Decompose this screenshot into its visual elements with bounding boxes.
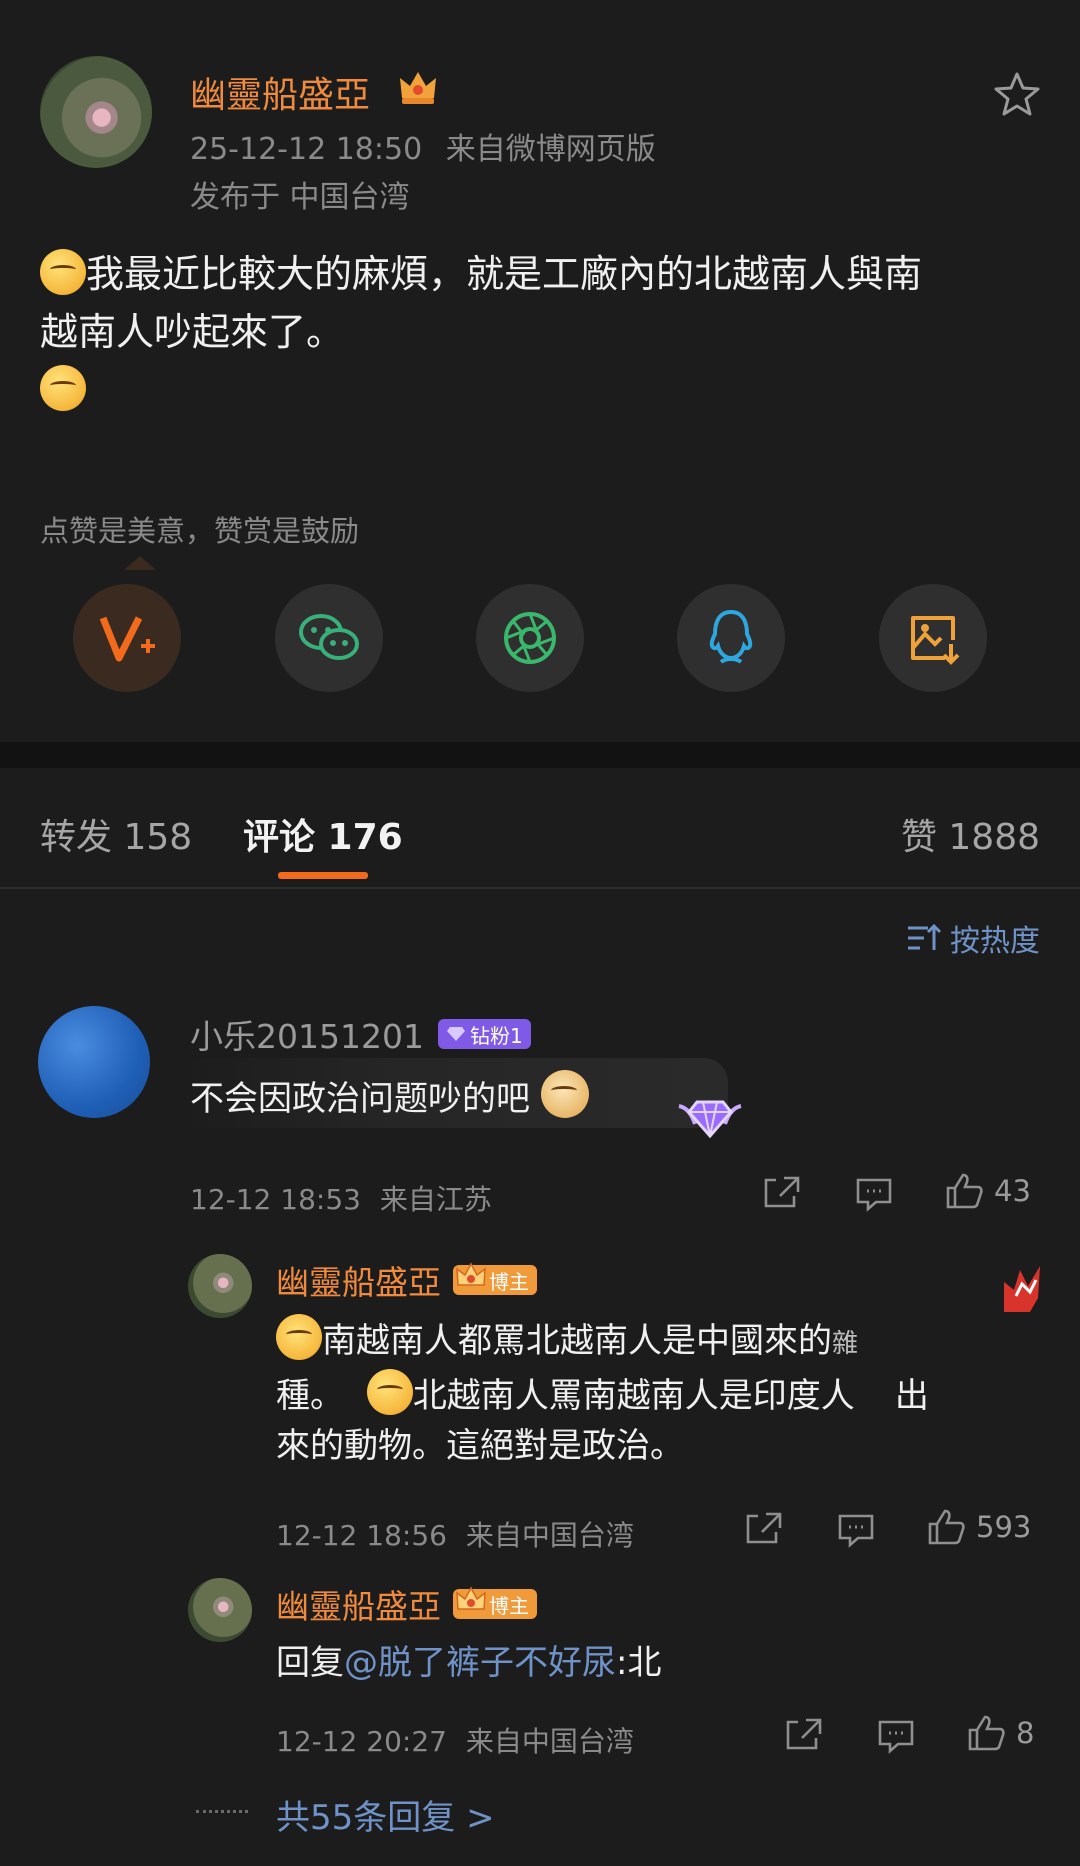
reply-time: 12-12 20:27 <box>276 1725 447 1758</box>
reply-share-button[interactable] <box>744 1510 784 1550</box>
crown-icon <box>456 1262 486 1286</box>
reply-location: 来自中国台湾 <box>465 1725 634 1758</box>
reply-header: 幽靈船盛亞 博主 <box>276 1256 537 1304</box>
reply-share-button[interactable] <box>784 1716 824 1756</box>
reply-like-button[interactable]: 8 <box>966 1714 1034 1752</box>
diamond-decoration-icon <box>675 1088 745 1144</box>
sort-icon <box>908 923 942 950</box>
comment-share-button[interactable] <box>762 1174 802 1214</box>
post-body: 我最近比較大的麻煩，就是工廠內的北越南人與南 越南人吵起來了。 <box>40 245 1050 419</box>
diamond-icon <box>446 1027 465 1041</box>
reply-author-name[interactable]: 幽靈船盛亞 <box>276 1256 441 1304</box>
share-icon <box>764 1176 800 1208</box>
sort-label: 按热度 <box>950 924 1040 959</box>
reply-prefix: 回复 <box>276 1643 344 1683</box>
crown-icon <box>456 1586 486 1610</box>
reply-line2b: 北越南人罵南越南人是印度人 <box>412 1376 855 1416</box>
post-timestamp: 25-12-12 18:50 <box>190 132 423 167</box>
reply-line3: 來的動物。這絕對是政治。 <box>276 1426 684 1466</box>
qq-button[interactable] <box>677 584 785 692</box>
comment-time: 12-12 18:53 <box>190 1183 361 1216</box>
active-tab-indicator <box>278 872 368 879</box>
tab-comments[interactable]: 评论 176 <box>243 808 403 860</box>
post-text-line2: 越南人吵起來了。 <box>40 310 345 354</box>
tab-likes[interactable]: 赞 1888 <box>901 808 1040 860</box>
section-divider <box>0 742 1080 768</box>
post-text-line1: 我最近比較大的麻煩，就是工廠內的北越南人與南 <box>86 252 923 296</box>
comment-like-count: 43 <box>994 1174 1031 1208</box>
wechat-icon <box>299 614 359 660</box>
reply-body: 南越南人都罵北越南人是中國來的雜 種。 北越南人罵南越南人是印度人出 來的動物。… <box>276 1314 1036 1471</box>
comment-reply-button[interactable] <box>854 1176 894 1216</box>
comment-icon <box>856 1178 892 1212</box>
thinking-emoji-icon <box>40 365 86 411</box>
fan-badge: 钻粉1 <box>437 1019 531 1049</box>
reward-note: 点赞是美意，赞赏是鼓励 <box>40 514 360 548</box>
reply-comment-button[interactable] <box>876 1718 916 1758</box>
moments-icon <box>504 612 556 664</box>
post-source: 来自微博网页版 <box>445 132 656 167</box>
post-location: 发布于 中国台湾 <box>190 180 410 215</box>
reply-location: 来自中国台湾 <box>465 1519 634 1552</box>
qq-icon <box>709 609 753 664</box>
share-icon <box>786 1718 822 1750</box>
comment-icon <box>838 1514 874 1548</box>
more-replies-dots <box>196 1810 248 1813</box>
crying-emoji-icon <box>366 1369 413 1415</box>
commenter-avatar[interactable] <box>38 1006 150 1118</box>
crown-badge-icon <box>398 68 438 110</box>
commenter-name[interactable]: 小乐20151201 <box>190 1010 424 1058</box>
thumbs-up-icon <box>968 1715 1005 1751</box>
more-replies-link[interactable]: 共55条回复 > <box>276 1790 495 1839</box>
wechat-button[interactable] <box>275 584 383 692</box>
reply-line1: 南越南人都罵北越南人是中國來的 <box>322 1321 832 1361</box>
comment-like-button[interactable]: 43 <box>944 1172 1031 1210</box>
author-name[interactable]: 幽靈船盛亞 <box>190 66 370 118</box>
v-plus-icon <box>99 616 155 662</box>
reply-comment-button[interactable] <box>836 1512 876 1552</box>
save-image-button[interactable] <box>879 584 987 692</box>
reply-like-button[interactable]: 593 <box>926 1508 1031 1546</box>
reply-time: 12-12 18:56 <box>276 1519 447 1552</box>
host-badge: 博主 <box>453 1586 537 1619</box>
share-icon <box>746 1512 782 1544</box>
tabs-divider <box>0 887 1080 889</box>
sort-toggle[interactable]: 按热度 <box>906 916 1040 960</box>
author-avatar[interactable] <box>40 56 152 168</box>
crying-emoji-icon <box>276 1314 322 1360</box>
tab-repost[interactable]: 转发 158 <box>40 808 192 860</box>
thumbs-up-icon <box>928 1509 965 1545</box>
reply-line2-tail: 出 <box>894 1376 929 1416</box>
reply-header: 幽靈船盛亞 博主 <box>276 1580 537 1628</box>
doge-emoji-icon <box>540 1070 589 1118</box>
reply-avatar[interactable] <box>188 1578 252 1642</box>
host-badge-label: 博主 <box>489 1593 529 1618</box>
reply-like-count: 8 <box>1016 1716 1035 1750</box>
comment-text: 不会因政治问题吵的吧 <box>190 1070 589 1123</box>
host-badge: 博主 <box>453 1262 537 1295</box>
comment-text-content: 不会因政治问题吵的吧 <box>190 1079 530 1119</box>
reply-author-name[interactable]: 幽靈船盛亞 <box>276 1580 441 1628</box>
user-mention-link[interactable]: @脱了裤子不好尿 <box>344 1643 616 1683</box>
reply-line1-tail: 雜 <box>832 1329 859 1359</box>
reply-suffix: :北 <box>616 1643 662 1683</box>
reply-like-count: 593 <box>976 1510 1032 1544</box>
flame-decoration-icon <box>1000 1262 1044 1322</box>
thumbs-up-icon <box>946 1173 983 1209</box>
reward-pointer <box>124 556 156 570</box>
comment-location: 来自江苏 <box>379 1183 492 1216</box>
comment-icon <box>878 1720 914 1754</box>
reply-body: 回复@脱了裤子不好尿:北 <box>276 1638 661 1688</box>
reply-line2a: 種。 <box>276 1376 344 1416</box>
host-badge-label: 博主 <box>489 1269 529 1294</box>
fan-badge-label: 钻粉1 <box>469 1023 523 1048</box>
favorite-star-icon[interactable] <box>992 70 1042 122</box>
v-plus-button[interactable] <box>73 584 181 692</box>
save-image-icon <box>911 616 960 665</box>
moments-button[interactable] <box>476 584 584 692</box>
reply-avatar[interactable] <box>188 1254 252 1318</box>
comment-header: 小乐20151201 钻粉1 <box>190 1010 531 1058</box>
thinking-emoji-icon <box>40 249 86 295</box>
